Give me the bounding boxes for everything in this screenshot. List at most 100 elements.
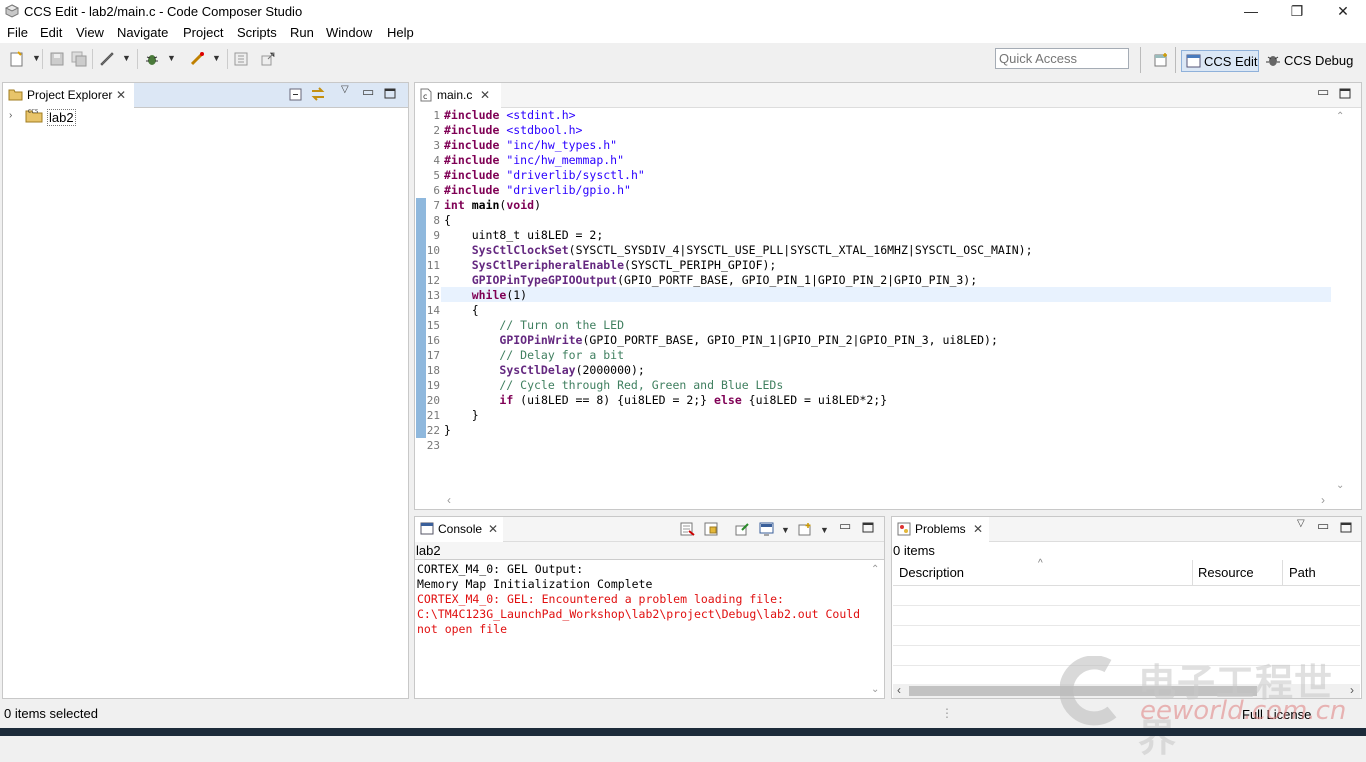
maximize-console-icon[interactable] xyxy=(862,522,874,533)
problems-tab-strip xyxy=(989,517,1361,542)
open-console-dropdown-icon[interactable]: ▼ xyxy=(820,525,829,535)
maximize-editor-icon[interactable] xyxy=(1339,88,1351,99)
scroll-up-icon[interactable]: ⌃ xyxy=(1336,111,1344,122)
console-error-line: not open file xyxy=(417,622,508,636)
close-button[interactable]: ✕ xyxy=(1320,0,1366,23)
code-token: SysCtlClockSet xyxy=(471,243,569,257)
toggle-block-icon[interactable] xyxy=(233,51,249,67)
tree-expand-icon[interactable]: › xyxy=(9,110,12,121)
display-console-icon[interactable] xyxy=(759,522,774,536)
collapse-all-icon[interactable] xyxy=(289,88,302,101)
c-file-icon: c xyxy=(420,88,432,102)
column-resource[interactable]: Resource xyxy=(1198,565,1254,580)
code-token: (SYSCTL_PERIPH_GPIOF); xyxy=(624,258,777,272)
menu-view[interactable]: View xyxy=(76,25,104,40)
perspective-ccs-debug-button[interactable]: CCS Debug xyxy=(1263,50,1355,72)
build-dropdown-icon[interactable]: ▼ xyxy=(122,53,131,63)
column-description[interactable]: Description xyxy=(899,565,964,580)
line-number: 3 xyxy=(433,139,440,152)
clear-console-icon[interactable] xyxy=(680,522,695,536)
scroll-left-icon[interactable]: ‹ xyxy=(447,493,451,507)
minimize-console-icon[interactable]: ▭ xyxy=(839,518,851,534)
menu-window[interactable]: Window xyxy=(326,25,372,40)
open-external-icon[interactable] xyxy=(260,51,276,67)
code-token: (ui8LED == 8) {ui8LED = 2;} xyxy=(513,393,715,407)
code-token: ) xyxy=(534,198,541,212)
project-item-lab2[interactable]: lab2 xyxy=(47,109,76,126)
code-token: (SYSCTL_SYSDIV_4|SYSCTL_USE_PLL|SYSCTL_X… xyxy=(568,243,1033,257)
menu-file[interactable]: File xyxy=(7,25,28,40)
problems-view-menu-icon[interactable]: ▽ xyxy=(1297,518,1305,529)
line-number: 23 xyxy=(426,439,440,452)
new-dropdown-icon[interactable]: ▼ xyxy=(32,53,41,63)
watermark-logo-mark xyxy=(1060,656,1117,726)
new-icon[interactable] xyxy=(9,51,25,67)
console-scroll-up-icon[interactable]: ⌃ xyxy=(871,564,879,575)
code-token: (1) xyxy=(506,288,528,302)
line-number: 1 xyxy=(433,109,440,122)
line-number: 4 xyxy=(433,154,440,167)
pin-console-icon[interactable] xyxy=(735,522,750,536)
editor-tab-label: main.c xyxy=(437,88,473,102)
menu-bar: File Edit View Navigate Project Scripts … xyxy=(0,23,1366,43)
ccs-project-icon: CCS xyxy=(25,109,43,123)
view-menu-icon[interactable]: ▽ xyxy=(341,84,349,95)
open-perspective-icon[interactable] xyxy=(1153,52,1169,68)
close-problems-tab-icon[interactable]: ✕ xyxy=(973,522,983,536)
debug-icon[interactable] xyxy=(144,51,160,67)
minimize-editor-icon[interactable]: ▭ xyxy=(1317,84,1329,100)
horizontal-scrollbar[interactable] xyxy=(441,494,1331,508)
minimize-problems-icon[interactable]: ▭ xyxy=(1317,518,1329,534)
code-line: GPIOPinTypeGPIOOutput(GPIO_PORTF_BASE, G… xyxy=(444,273,977,288)
minimize-button[interactable]: — xyxy=(1228,0,1274,23)
menu-run[interactable]: Run xyxy=(290,25,314,40)
toolbar-separator xyxy=(42,49,43,69)
quick-access-input[interactable] xyxy=(995,48,1129,69)
code-token: if xyxy=(499,393,514,407)
flash-dropdown-icon[interactable]: ▼ xyxy=(212,53,221,63)
maximize-view-icon[interactable] xyxy=(384,88,396,99)
column-path[interactable]: Path xyxy=(1289,565,1316,580)
display-console-dropdown-icon[interactable]: ▼ xyxy=(781,525,790,535)
perspective-ccs-debug-label: CCS Debug xyxy=(1284,53,1354,68)
scroll-lock-icon[interactable] xyxy=(704,522,719,536)
svg-text:CCS: CCS xyxy=(28,109,38,115)
close-tab-icon[interactable]: ✕ xyxy=(116,88,126,102)
maximize-problems-icon[interactable] xyxy=(1340,522,1352,533)
line-number: 13 xyxy=(426,289,440,302)
line-number: 21 xyxy=(426,409,440,422)
close-editor-tab-icon[interactable]: ✕ xyxy=(480,88,490,102)
menu-edit[interactable]: Edit xyxy=(40,25,62,40)
menu-project[interactable]: Project xyxy=(183,25,223,40)
scroll-right-icon[interactable]: › xyxy=(1321,493,1325,507)
open-console-icon[interactable] xyxy=(798,522,813,536)
save-icon[interactable] xyxy=(49,51,65,67)
problems-scroll-left-icon[interactable]: ‹ xyxy=(897,683,901,697)
code-token: "driverlib/sysctl.h" xyxy=(499,168,645,182)
close-console-tab-icon[interactable]: ✕ xyxy=(488,522,498,536)
minimize-view-icon[interactable]: ▭ xyxy=(362,84,374,100)
save-all-icon[interactable] xyxy=(71,51,87,67)
console-line: CORTEX_M4_0: GEL Output: xyxy=(417,562,584,576)
menu-help[interactable]: Help xyxy=(387,25,414,40)
code-token: "inc/hw_memmap.h" xyxy=(499,153,625,167)
code-line: #include <stdbool.h> xyxy=(444,123,582,138)
ccs-app-icon xyxy=(5,4,19,18)
build-icon[interactable] xyxy=(99,51,115,67)
flash-icon[interactable] xyxy=(189,51,205,67)
debug-dropdown-icon[interactable]: ▼ xyxy=(167,53,176,63)
restore-button[interactable]: ❐ xyxy=(1274,0,1320,23)
perspective-ccs-edit-button[interactable]: CCS Edit xyxy=(1181,50,1259,72)
code-line: SysCtlPeripheralEnable(SYSCTL_PERIPH_GPI… xyxy=(444,258,777,273)
perspective-ccs-edit-label: CCS Edit xyxy=(1204,54,1258,69)
title-bar: CCS Edit - lab2/main.c - Code Composer S… xyxy=(0,0,1366,23)
console-scroll-down-icon[interactable]: ⌄ xyxy=(871,684,879,695)
toolbar-separator xyxy=(92,49,93,69)
link-with-editor-icon[interactable] xyxy=(310,87,326,101)
menu-scripts[interactable]: Scripts xyxy=(237,25,277,40)
code-token: (GPIO_PORTF_BASE, GPIO_PIN_1|GPIO_PIN_2|… xyxy=(617,273,978,287)
menu-navigate[interactable]: Navigate xyxy=(117,25,168,40)
console-error-line: CORTEX_M4_0: GEL: Encountered a problem … xyxy=(417,592,784,606)
scroll-down-icon[interactable]: ⌄ xyxy=(1336,480,1344,491)
